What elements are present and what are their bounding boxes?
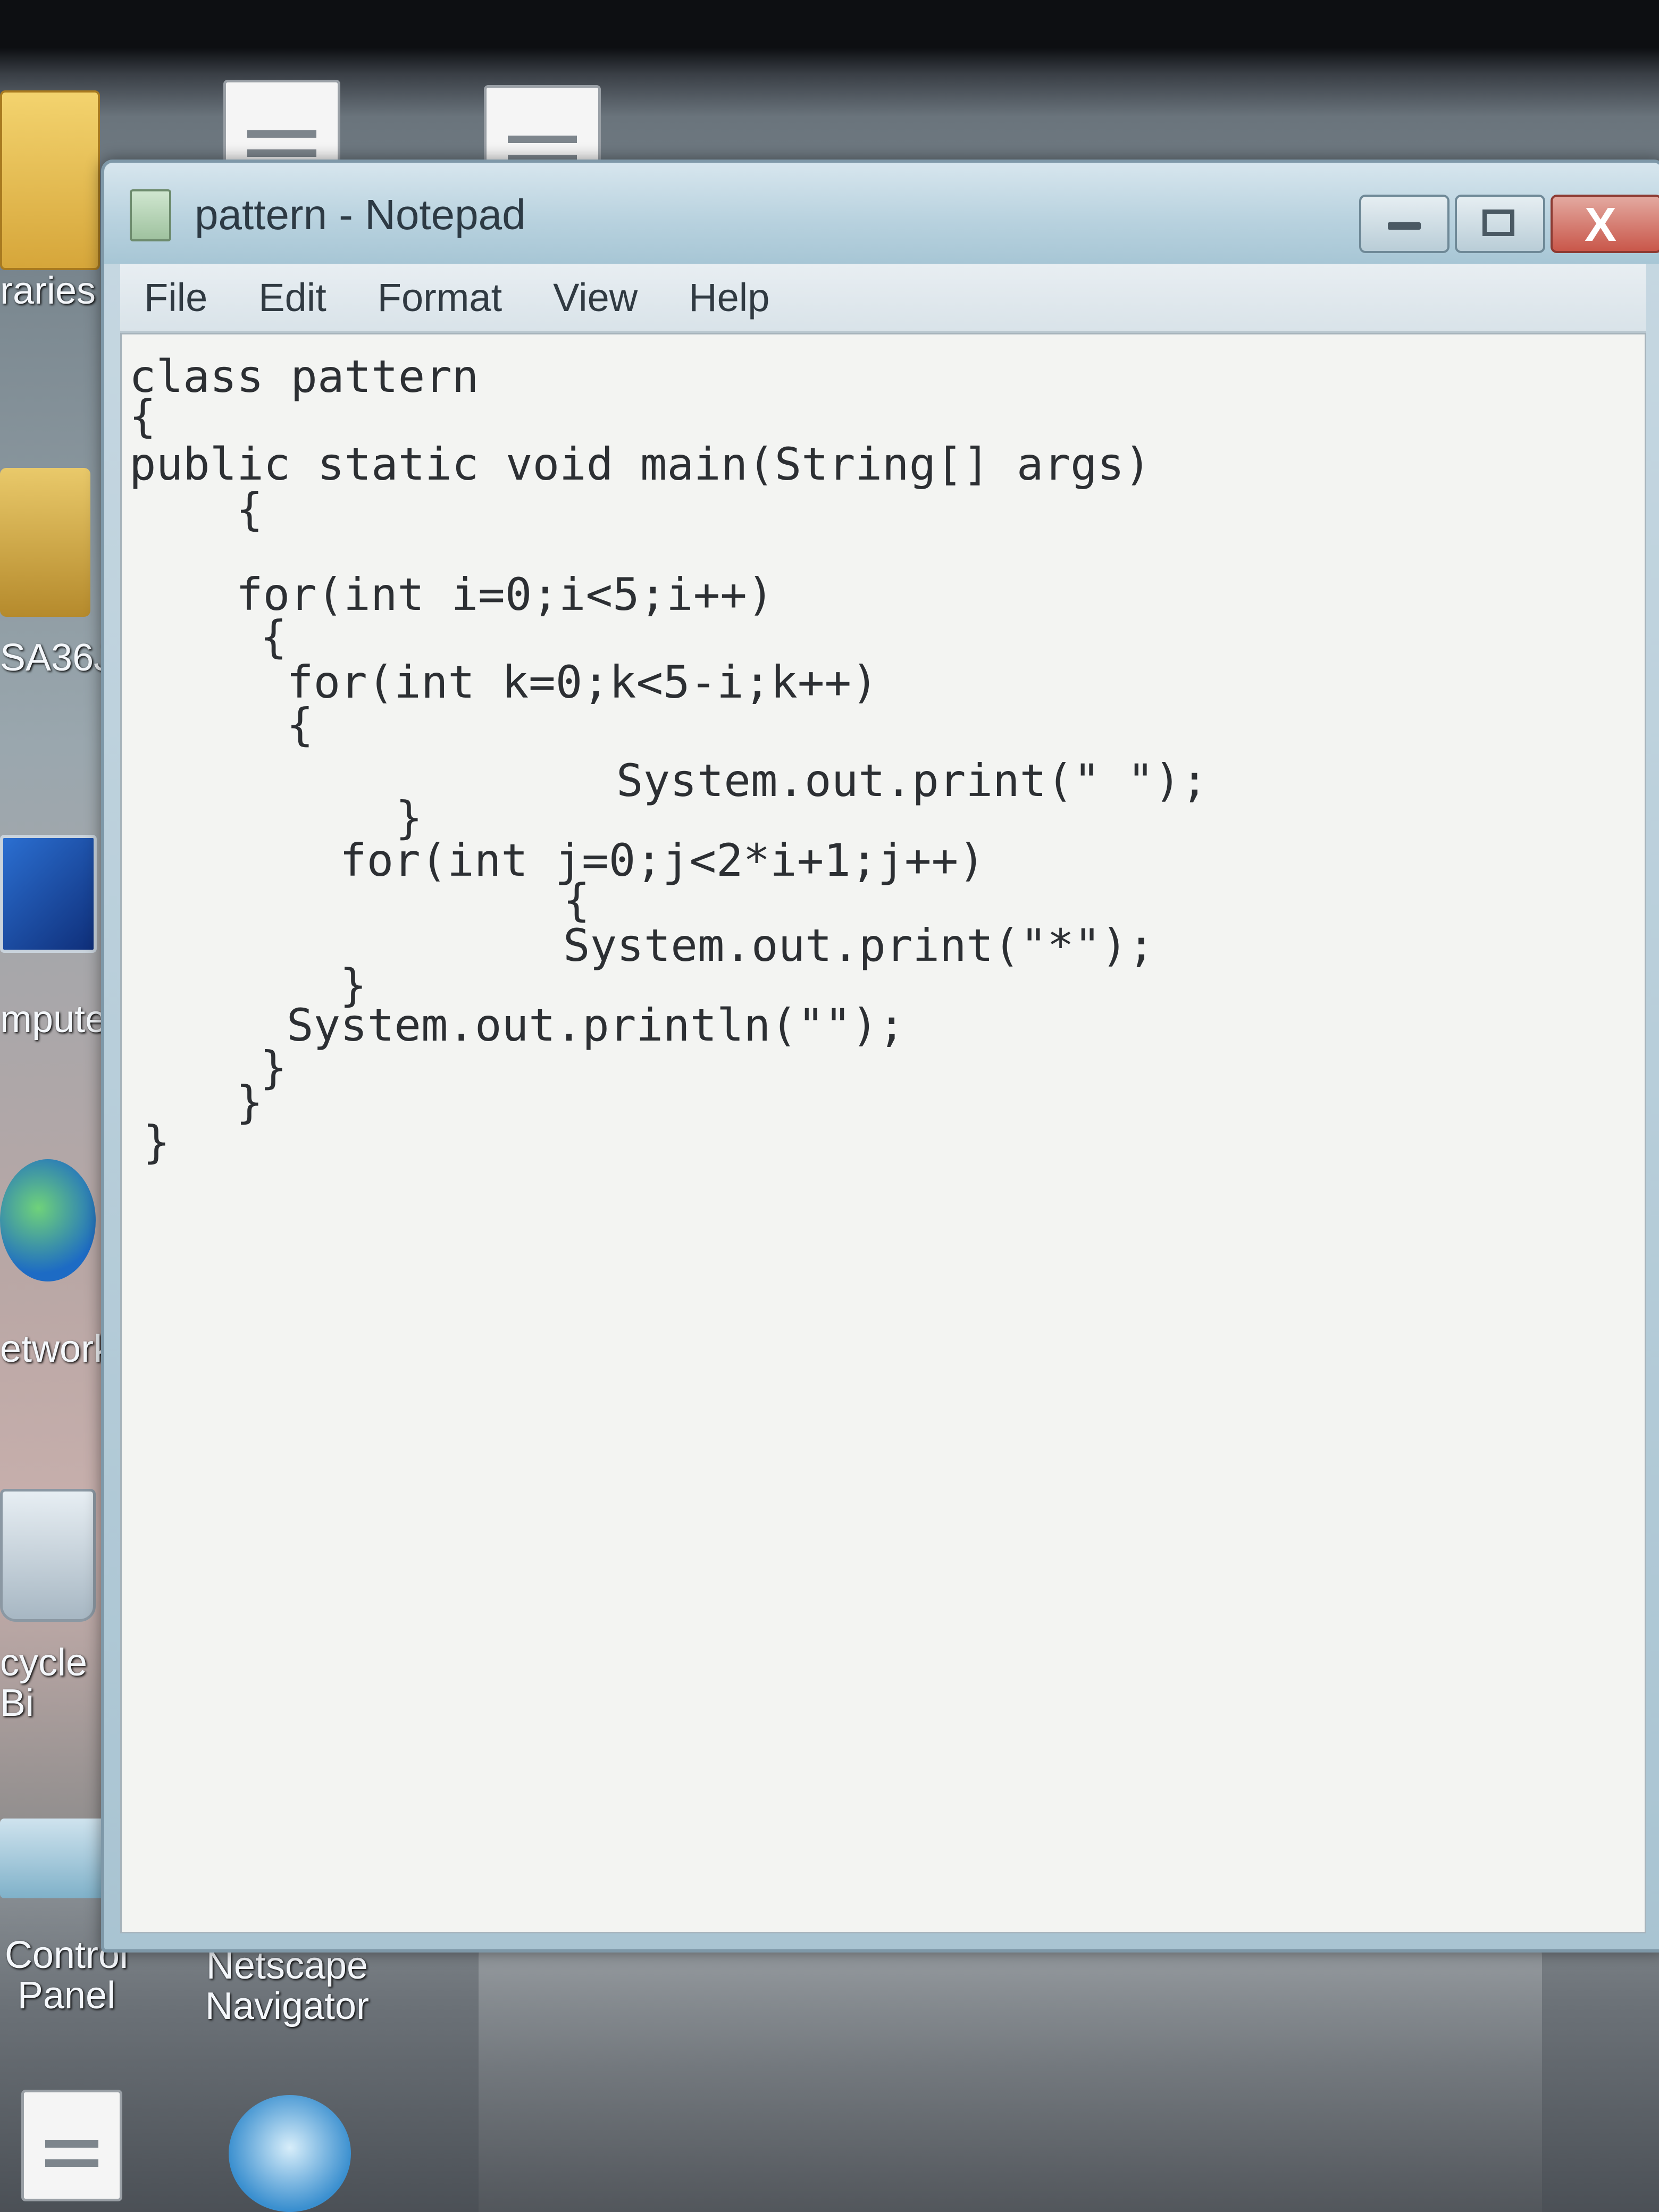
menu-file[interactable]: File xyxy=(144,275,207,320)
libraries-folder-icon[interactable] xyxy=(0,90,100,270)
notepad-icon xyxy=(130,189,171,241)
code-line: { xyxy=(129,390,156,442)
code-line: class pattern xyxy=(129,350,479,403)
user-icon-label[interactable]: SA36J xyxy=(0,638,113,678)
code-line: public static void main(String[] args) xyxy=(129,438,1151,490)
maximize-icon xyxy=(1482,210,1514,236)
close-button[interactable]: X xyxy=(1551,195,1659,253)
code-line: { xyxy=(563,874,590,926)
libraries-icon-label[interactable]: raries xyxy=(0,271,96,312)
network-icon[interactable] xyxy=(0,1159,96,1281)
menu-help[interactable]: Help xyxy=(689,275,769,320)
maximize-button[interactable] xyxy=(1455,195,1545,253)
title-bar[interactable]: pattern - Notepad X xyxy=(104,163,1659,264)
notepad-window[interactable]: pattern - Notepad X File Edit Format Vie… xyxy=(101,160,1659,1953)
code-line: { xyxy=(236,483,263,535)
code-line: for(int i=0;i<5;i++) xyxy=(236,568,774,621)
text-editor-area[interactable]: class pattern { public static void main(… xyxy=(120,333,1646,1933)
menu-bar: File Edit Format View Help xyxy=(120,264,1646,333)
network-icon-label[interactable]: etwork xyxy=(0,1329,113,1370)
code-line: { xyxy=(287,699,314,751)
app-globe-icon[interactable] xyxy=(229,2095,351,2212)
minimize-button[interactable] xyxy=(1359,195,1449,253)
user-folder-icon[interactable] xyxy=(0,468,90,617)
wallpaper-ruins xyxy=(479,1925,1542,2212)
code-line: for(int j=0;j<2*i+1;j++) xyxy=(340,834,985,886)
netscape-navigator-icon-label[interactable]: Netscape Navigator xyxy=(197,1946,378,2026)
computer-icon-label[interactable]: mpute xyxy=(0,999,106,1040)
window-title: pattern - Notepad xyxy=(195,191,526,238)
recycle-bin-icon[interactable] xyxy=(0,1489,96,1622)
document-icon[interactable] xyxy=(223,80,340,165)
code-line: } xyxy=(143,1116,170,1168)
menu-format[interactable]: Format xyxy=(378,275,502,320)
code-line: System.out.print(" "); xyxy=(616,755,1208,807)
code-line: System.out.print("*"); xyxy=(563,919,1155,971)
desktop: raries SA36J mpute etwork cycle Bi Contr… xyxy=(0,0,1659,2212)
document-icon[interactable] xyxy=(484,85,601,170)
computer-icon[interactable] xyxy=(0,835,97,953)
code-text: class pattern { public static void main(… xyxy=(122,334,1643,1770)
document-icon[interactable] xyxy=(21,2090,122,2201)
code-line: for(int k=0;k<5-i;k++) xyxy=(287,656,878,708)
minimize-icon xyxy=(1388,222,1421,230)
code-line: { xyxy=(260,611,287,663)
code-line: System.out.println(""); xyxy=(287,999,906,1051)
close-icon: X xyxy=(1585,198,1617,252)
code-line: } xyxy=(260,1042,287,1094)
code-line: } xyxy=(236,1076,263,1128)
menu-view[interactable]: View xyxy=(553,275,638,320)
menu-edit[interactable]: Edit xyxy=(258,275,326,320)
